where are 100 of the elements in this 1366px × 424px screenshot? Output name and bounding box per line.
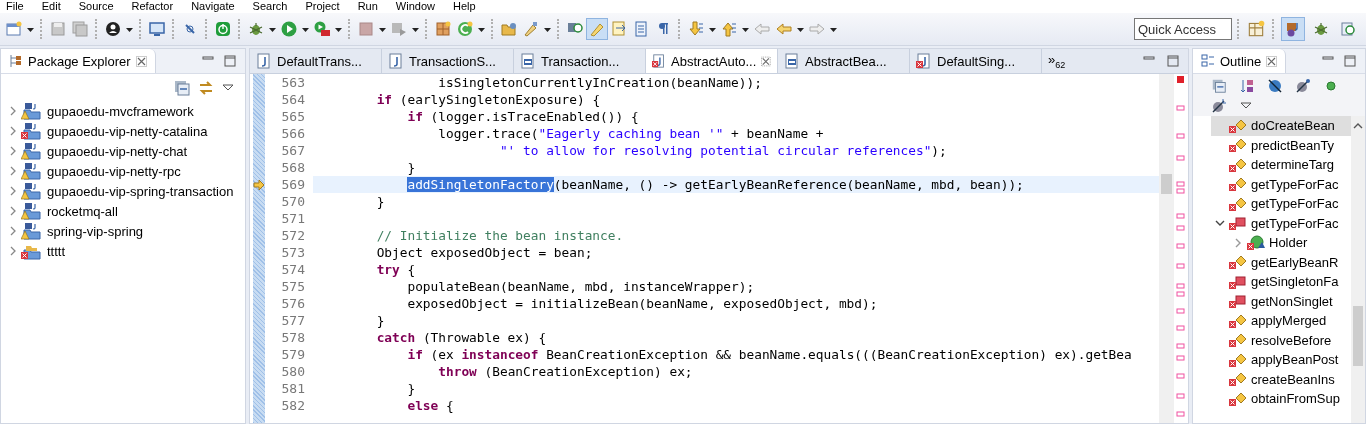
outline-item[interactable]: applyBeanPost <box>1211 350 1351 370</box>
highlighter-icon[interactable] <box>587 19 607 39</box>
menu-item[interactable]: Help <box>453 0 476 13</box>
expand-chevron-icon[interactable] <box>9 105 17 117</box>
line-number: 574 <box>281 262 305 277</box>
editor-tab[interactable]: AbstractBea... <box>778 49 910 73</box>
scroll-up-icon[interactable] <box>1353 122 1363 130</box>
code-text: { <box>445 398 454 413</box>
outline-item[interactable]: createBeanIns <box>1211 369 1351 389</box>
outline-item-name: doCreateBean <box>1251 118 1335 134</box>
menu-item[interactable]: Search <box>252 0 288 13</box>
close-icon[interactable] <box>1266 55 1278 67</box>
code-string: "' to allow for resolving potential circular references" <box>499 143 932 158</box>
code-text: (earlySingletonExposure) { <box>398 92 601 107</box>
outline-item[interactable]: getEarlyBeanR <box>1211 252 1351 272</box>
user-icon[interactable] <box>103 19 123 39</box>
package-explorer-tab[interactable]: Package Explorer <box>1 49 156 73</box>
sort-icon[interactable] <box>1239 78 1255 94</box>
editor-tab[interactable]: TransactionS... <box>382 49 514 73</box>
editor-tab[interactable]: DefaultTrans... <box>250 49 382 73</box>
code-keyword: instanceof <box>461 347 539 362</box>
more-tabs-button[interactable]: »$_{62}$ <box>1042 52 1072 70</box>
project-name: gupaoedu-vip-netty-rpc <box>47 163 181 179</box>
outline-icon <box>1201 54 1215 68</box>
editor-tab[interactable]: DefaultSing... <box>910 49 1042 73</box>
tree-item[interactable]: gupaoedu-vip-netty-rpc <box>1 161 245 181</box>
tree-item[interactable]: ttttt <box>1 241 245 261</box>
outline-item[interactable]: determineTarg <box>1211 155 1351 175</box>
expand-chevron-icon[interactable] <box>9 245 17 257</box>
menu-item[interactable]: Navigate <box>191 0 235 13</box>
code-text: } <box>407 381 416 396</box>
menu-item[interactable]: Run <box>357 0 378 13</box>
outline-item[interactable]: getTypeForFac <box>1211 174 1351 194</box>
menu-item[interactable]: Source <box>78 0 114 13</box>
power-icon[interactable] <box>213 19 233 39</box>
outline-item[interactable]: getTypeForFac <box>1211 194 1351 214</box>
scrollbar[interactable] <box>1159 74 1174 423</box>
scroll-thumb[interactable] <box>1161 174 1172 194</box>
code-text: populateBean(beanName, mbd, instanceWrapper); <box>407 279 755 294</box>
code-text: Object exposedObject = bean; <box>376 245 593 260</box>
tree-item[interactable]: gupaoedu-vip-spring-transaction <box>1 181 245 201</box>
expand-chevron-icon[interactable] <box>9 145 17 157</box>
expand-chevron-icon[interactable] <box>9 185 17 197</box>
run-external-icon[interactable] <box>312 19 332 39</box>
code-keyword: if <box>407 347 423 362</box>
editor-tab[interactable]: AbstractAuto... <box>646 49 778 73</box>
quick-access-field[interactable]: Quick Access <box>1134 18 1232 40</box>
tree-item[interactable]: gupaoedu-mvcframework <box>1 101 245 121</box>
outline-item-name: getTypeForFac <box>1251 176 1339 192</box>
save-icon[interactable] <box>48 19 68 39</box>
code-keyword: if <box>376 92 393 107</box>
code-text: ); <box>931 143 947 158</box>
code-text: + beanName + <box>730 126 824 141</box>
scroll-thumb[interactable] <box>1353 306 1363 366</box>
menu-item[interactable]: Edit <box>41 0 61 13</box>
expand-chevron-icon[interactable] <box>9 225 17 237</box>
tree-item[interactable]: spring-vip-spring <box>1 221 245 241</box>
expand-chevron-icon[interactable] <box>9 165 17 177</box>
code-text: (Throwable ex) { <box>421 330 547 345</box>
close-icon[interactable] <box>761 55 771 67</box>
monitor-icon[interactable] <box>147 19 167 39</box>
outline-item[interactable]: getNonSinglet <box>1211 291 1351 311</box>
menu-item[interactable]: Refactor <box>131 0 174 13</box>
outline-item[interactable]: Holder <box>1211 233 1351 253</box>
java-ee-perspective-button[interactable] <box>1281 17 1305 41</box>
expand-chevron-icon[interactable] <box>9 125 17 137</box>
menu-item[interactable]: File <box>6 0 24 13</box>
tree-item[interactable]: gupaoedu-vip-netty-chat <box>1 141 245 161</box>
outline-item[interactable]: resolveBefore <box>1211 330 1351 350</box>
project-name: gupaoedu-vip-spring-transaction <box>47 183 234 199</box>
outline-item[interactable]: predictBeanTy <box>1211 135 1351 155</box>
scrollbar[interactable] <box>1351 116 1365 423</box>
collapse-all-icon[interactable] <box>173 79 191 97</box>
menu-item[interactable]: Project <box>305 0 340 13</box>
tree-item[interactable]: gupaoedu-vip-netty-catalina <box>1 121 245 141</box>
outline-item[interactable]: doCreateBean <box>1211 116 1351 136</box>
outline-tab[interactable]: Outline <box>1193 49 1287 73</box>
maximize-icon[interactable] <box>1343 54 1357 68</box>
outline-item-name: getNonSinglet <box>1251 293 1333 309</box>
close-icon[interactable] <box>135 55 147 67</box>
line-number: 568 <box>281 160 305 175</box>
menu-item[interactable]: Window <box>395 0 435 13</box>
outline-item-name: getTypeForFac <box>1251 196 1339 212</box>
expand-chevron-icon[interactable] <box>9 205 17 217</box>
outline-item[interactable]: obtainFromSup <box>1211 389 1351 409</box>
tree-item[interactable]: rocketmq-all <box>1 201 245 221</box>
outline-item[interactable]: getSingletonFa <box>1211 272 1351 292</box>
outline-item[interactable]: applyMerged <box>1211 311 1351 331</box>
package-icon[interactable] <box>433 19 453 39</box>
outline-item-name: createBeanIns <box>1251 371 1335 387</box>
maximize-icon[interactable] <box>1166 54 1180 68</box>
save-all-icon[interactable] <box>70 19 90 39</box>
outline-item-name: getEarlyBeanR <box>1251 254 1339 270</box>
code-comment: // Initialize the bean instance. <box>376 228 624 243</box>
outline-item-name: obtainFromSup <box>1251 391 1340 407</box>
line-number: 570 <box>281 194 305 209</box>
outline-item[interactable]: getTypeForFac <box>1211 213 1351 233</box>
project-name: gupaoedu-vip-netty-catalina <box>47 123 208 139</box>
editor-tab[interactable]: Transaction... <box>514 49 646 73</box>
maximize-icon[interactable] <box>223 54 237 68</box>
